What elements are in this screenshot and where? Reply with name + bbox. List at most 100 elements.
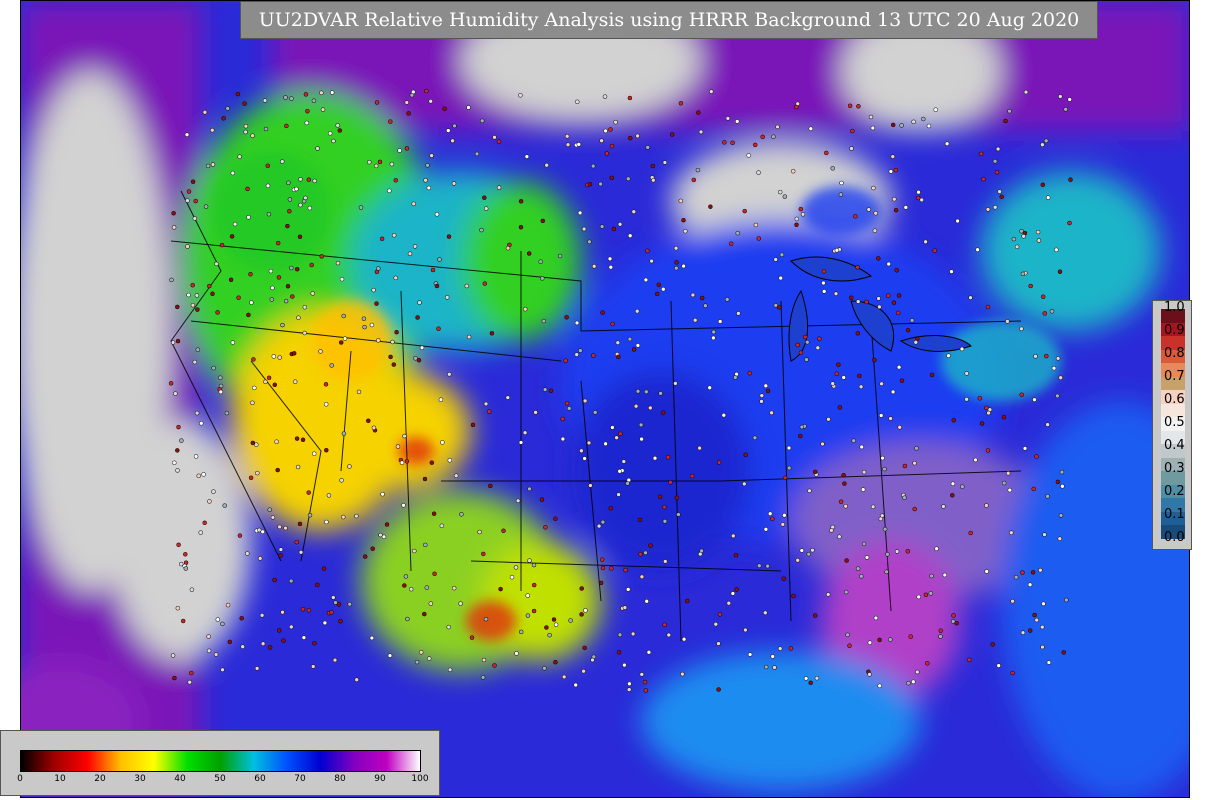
station-dot-icon <box>782 475 788 481</box>
station-dot-icon <box>845 632 850 638</box>
station-dot-icon <box>872 228 878 233</box>
station-dot-icon <box>867 672 872 677</box>
station-dot-icon <box>175 605 181 611</box>
station-dot-icon <box>790 168 796 174</box>
station-dot-icon <box>1057 269 1063 274</box>
station-dot-icon <box>1014 244 1020 250</box>
station-dot-icon <box>320 107 326 112</box>
station-dot-icon <box>281 638 286 643</box>
station-dot-icon <box>424 585 430 590</box>
station-dot-icon <box>590 163 596 169</box>
station-dot-icon <box>777 305 782 310</box>
rh-tick-label: 50 <box>214 774 226 784</box>
station-dot-icon <box>236 295 241 300</box>
station-dot-icon <box>946 353 951 358</box>
station-dot-icon <box>902 463 908 469</box>
station-dot-icon <box>912 460 917 466</box>
station-dot-icon <box>806 551 811 557</box>
station-dot-icon <box>689 473 695 479</box>
station-dot-icon <box>531 608 537 614</box>
station-dot-icon <box>1007 108 1012 114</box>
station-dot-icon <box>890 122 896 128</box>
station-dot-icon <box>951 613 956 618</box>
station-dot-icon <box>525 613 531 618</box>
station-dot-icon <box>625 481 630 486</box>
station-dot-icon <box>778 275 783 281</box>
station-dot-icon <box>799 548 805 553</box>
station-dot-icon <box>599 557 605 562</box>
station-dot-icon <box>911 119 916 125</box>
station-dot-icon <box>973 457 978 463</box>
station-dot-icon <box>1019 326 1024 332</box>
station-dot-icon <box>291 351 297 356</box>
rh-tick-label: 20 <box>94 774 106 784</box>
station-dot-icon <box>183 566 189 571</box>
map-frame[interactable] <box>20 0 1190 798</box>
station-dot-icon <box>1038 567 1043 573</box>
station-dot-icon <box>911 679 916 685</box>
station-dot-icon <box>870 504 876 510</box>
station-dot-icon <box>275 240 281 246</box>
station-dot-icon <box>362 554 368 559</box>
station-dot-icon <box>885 552 890 557</box>
station-dot-icon <box>645 248 650 254</box>
station-dot-icon <box>230 170 236 176</box>
station-dot-icon <box>227 639 233 645</box>
station-dot-icon <box>377 159 383 165</box>
station-dot-icon <box>452 123 457 129</box>
station-dot-icon <box>674 260 679 265</box>
station-dot-icon <box>399 460 405 465</box>
value-tick-label: 0.7 <box>1164 369 1185 384</box>
station-dot-icon <box>851 438 856 443</box>
station-dot-icon <box>1040 294 1046 299</box>
station-dot-icon <box>301 198 307 204</box>
station-dot-icon <box>808 126 814 131</box>
station-dot-icon <box>211 489 216 494</box>
humidity-map[interactable] <box>21 1 1190 798</box>
station-dot-icon <box>895 310 901 316</box>
station-dot-icon <box>246 312 251 318</box>
station-dot-icon <box>414 659 420 665</box>
station-dot-icon <box>218 375 223 380</box>
station-dot-icon <box>810 547 815 553</box>
station-dot-icon <box>765 388 771 394</box>
station-dot-icon <box>654 291 660 297</box>
station-dot-icon <box>371 425 377 431</box>
station-dot-icon <box>276 275 282 280</box>
station-dot-icon <box>582 456 587 461</box>
station-dot-icon <box>285 223 290 229</box>
station-dot-icon <box>747 370 753 376</box>
station-dot-icon <box>1030 570 1036 575</box>
station-dot-icon <box>423 542 428 548</box>
station-dot-icon <box>639 574 645 580</box>
station-dot-icon <box>1028 283 1033 289</box>
station-dot-icon <box>879 381 884 387</box>
station-dot-icon <box>648 405 653 411</box>
station-dot-icon <box>637 517 643 523</box>
station-dot-icon <box>1055 356 1061 361</box>
station-dot-icon <box>404 459 410 464</box>
station-dot-icon <box>453 473 459 478</box>
station-dot-icon <box>260 641 266 646</box>
station-dot-icon <box>277 355 282 360</box>
station-dot-icon <box>438 397 444 402</box>
station-dot-icon <box>576 142 582 147</box>
station-dot-icon <box>665 454 671 460</box>
station-dot-icon <box>876 296 881 301</box>
station-dot-icon <box>855 566 861 571</box>
station-dot-icon <box>207 283 212 289</box>
station-dot-icon <box>245 551 250 556</box>
station-dot-icon <box>815 345 821 351</box>
station-dot-icon <box>542 387 548 392</box>
station-dot-icon <box>724 297 730 302</box>
station-dot-icon <box>406 111 411 116</box>
station-dot-icon <box>327 131 333 136</box>
station-dot-icon <box>802 334 808 340</box>
station-dot-icon <box>172 675 177 681</box>
station-dot-icon <box>312 178 317 184</box>
station-dot-icon <box>294 266 300 272</box>
station-dot-icon <box>268 268 274 274</box>
station-dot-icon <box>459 512 464 517</box>
station-dot-icon <box>324 519 329 525</box>
station-dot-icon <box>1058 94 1063 99</box>
